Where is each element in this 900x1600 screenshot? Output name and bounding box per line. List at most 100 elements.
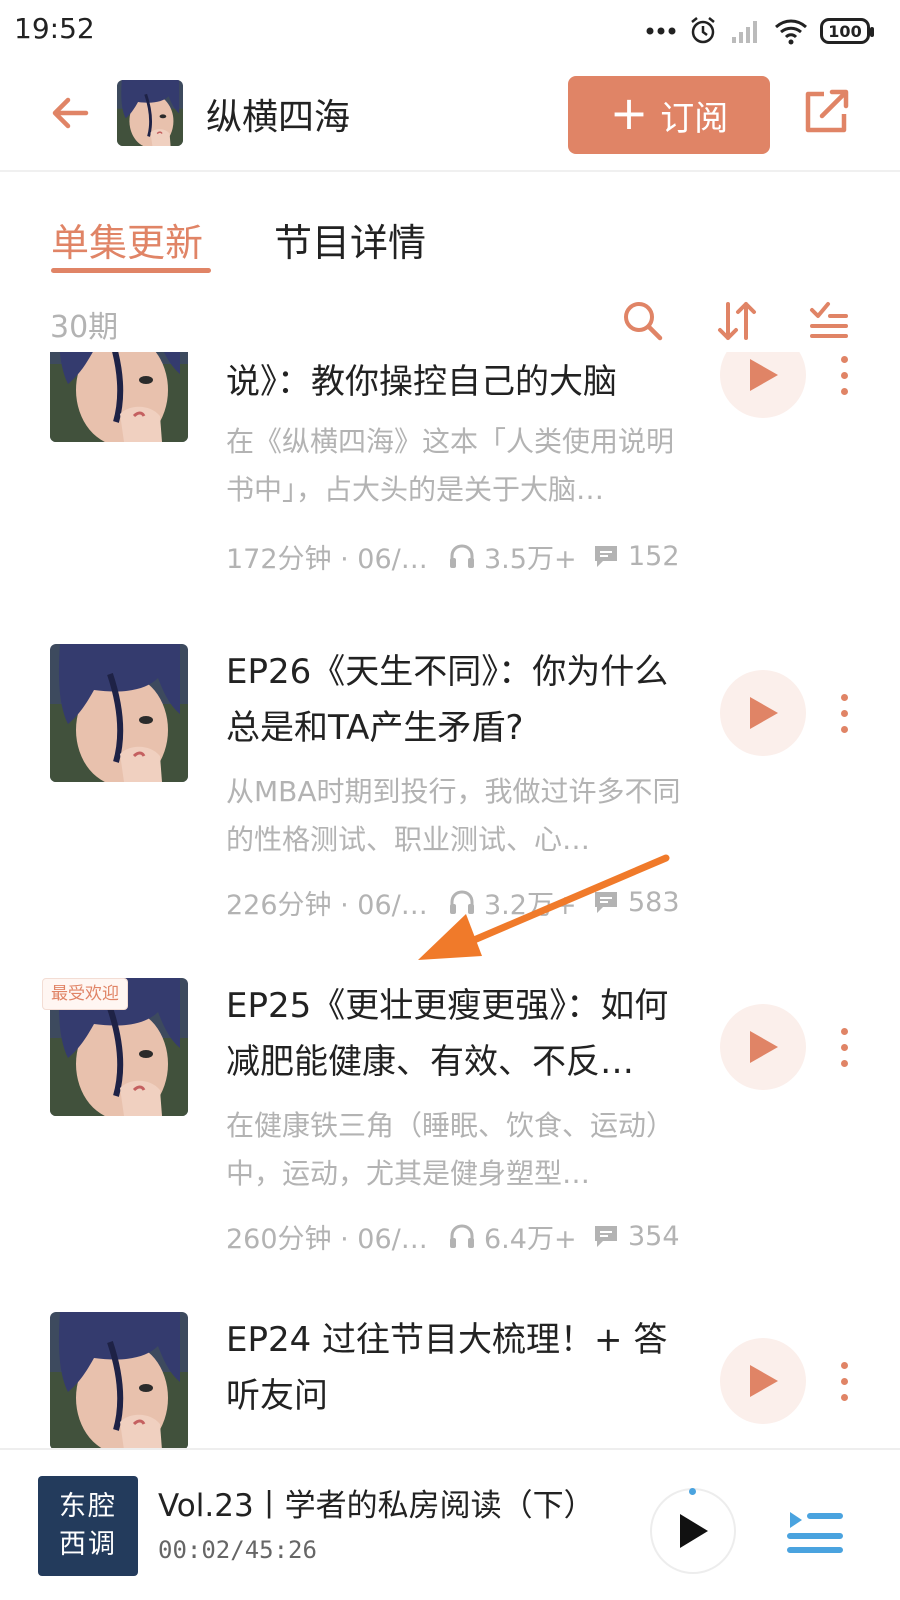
more-dots-icon — [646, 27, 676, 35]
dot — [840, 693, 848, 701]
comment-bubble-icon — [595, 546, 617, 567]
comments-count: 152 — [628, 540, 680, 572]
status-icons: 100 — [646, 14, 874, 48]
episode-duration-date: 172分钟 · 06/… — [226, 543, 428, 575]
subscribe-button[interactable]: + 订阅 — [568, 76, 770, 154]
podcast-avatar[interactable] — [117, 80, 183, 146]
alarm-icon — [691, 17, 715, 44]
cover-text-line: 东腔 — [59, 1491, 117, 1522]
episode-description: 从MBA时期到投行，我做过许多不同的性格测试、职业测试、心… — [226, 775, 681, 856]
dot — [840, 1361, 848, 1369]
dot — [840, 1027, 848, 1035]
headphones-icon — [450, 1224, 474, 1248]
headphones-icon — [450, 890, 474, 914]
comments-count: 354 — [628, 1220, 680, 1252]
tab-program-details[interactable]: 节目详情 — [274, 212, 426, 267]
mini-player[interactable]: 东腔 西调 Vol.23丨学者的私房阅读（下） 00:02/45:26 — [0, 1448, 900, 1600]
sort-icon — [718, 302, 756, 340]
search-icon — [624, 302, 663, 341]
episode-meta: 172分钟 · 06/… 3.5万+ 152 — [226, 536, 706, 576]
episode-cover — [50, 352, 188, 442]
signal-icon — [732, 21, 757, 43]
episode-title: 说》：教你操控自己的大脑 — [226, 362, 617, 402]
plays-count: 3.5万+ — [484, 543, 577, 575]
episode-play-button[interactable] — [720, 1004, 806, 1090]
dot — [840, 371, 848, 379]
podcast-title: 纵横四海 — [206, 97, 351, 138]
plays-count: 3.2万+ — [484, 889, 577, 921]
share-external-icon — [805, 89, 849, 133]
playlist-icon — [787, 1512, 843, 1553]
episode-comments: 583 — [592, 887, 680, 918]
status-time: 19:52 — [14, 12, 95, 45]
comments-count: 583 — [628, 886, 680, 918]
tab-episodes[interactable]: 单集更新 — [51, 212, 203, 267]
back-button[interactable] — [46, 88, 96, 138]
episode-item[interactable]: 最受欢迎 EP25《更壮更瘦更强》：如何减肥能健康、有效、不反… 在健康铁三角（… — [0, 978, 900, 1308]
arrow-left-icon — [52, 97, 89, 129]
episode-title: EP26《天生不同》：你为什么总是和TA产生矛盾? — [226, 652, 669, 748]
comment-bubble-icon — [595, 1226, 617, 1247]
episode-plays: 3.2万+ — [448, 883, 592, 922]
comment-bubble-icon — [595, 892, 617, 913]
episode-play-button[interactable] — [720, 1338, 806, 1424]
most-popular-badge: 最受欢迎 — [42, 978, 128, 1010]
episode-list: 说》：教你操控自己的大脑 在《纵横四海》这本「人类使用说明书中」，占大头的是关于… — [0, 352, 900, 1448]
plus-icon: + — [609, 86, 649, 140]
episode-more-button[interactable] — [832, 680, 856, 746]
cover-text-line: 西调 — [59, 1529, 117, 1560]
wifi-icon — [775, 19, 807, 45]
playback-progress-indicator — [689, 1488, 696, 1495]
dot — [840, 1059, 848, 1067]
tab-active-indicator — [51, 268, 211, 273]
dot — [840, 355, 848, 363]
play-triangle-icon — [750, 359, 778, 391]
filter-button[interactable] — [806, 298, 852, 344]
sort-button[interactable] — [714, 298, 760, 344]
episode-item[interactable]: EP24 过往节目大梳理！+ 答听友问 — [0, 1312, 900, 1448]
play-triangle-icon — [680, 1514, 708, 1548]
play-triangle-icon — [750, 1031, 778, 1063]
episode-description: 在《纵横四海》这本「人类使用说明书中」，占大头的是关于大脑… — [226, 425, 675, 506]
episode-meta: 226分钟 · 06/… 3.2万+ 583 — [226, 882, 706, 922]
episode-play-button[interactable] — [720, 352, 806, 418]
subscribe-label: 订阅 — [660, 98, 729, 139]
status-bar: 19:52 100 — [0, 0, 900, 62]
episode-comments: 152 — [592, 541, 680, 572]
dot — [840, 1377, 848, 1385]
share-button[interactable] — [800, 84, 854, 138]
episode-more-button[interactable] — [832, 1014, 856, 1080]
episode-play-button[interactable] — [720, 670, 806, 756]
now-playing-time: 00:02/45:26 — [158, 1536, 317, 1564]
headphones-icon — [450, 544, 474, 568]
search-button[interactable] — [620, 298, 666, 344]
play-triangle-icon — [750, 697, 778, 729]
episode-item[interactable]: 说》：教你操控自己的大脑 在《纵横四海》这本「人类使用说明书中」，占大头的是关于… — [0, 352, 900, 678]
tab-bar: 单集更新 节目详情 — [0, 172, 900, 282]
episode-cover — [50, 1312, 188, 1448]
playlist-button[interactable] — [786, 1504, 844, 1558]
episode-title: EP24 过往节目大梳理！+ 答听友问 — [226, 1320, 668, 1416]
battery-indicator: 100 — [820, 18, 874, 44]
filter-list-icon — [810, 302, 848, 338]
episode-comments: 354 — [592, 1221, 680, 1252]
mini-player-play-button[interactable] — [650, 1488, 736, 1574]
now-playing-title: Vol.23丨学者的私房阅读（下） — [158, 1488, 595, 1524]
episode-plays: 6.4万+ — [448, 1217, 592, 1256]
episode-more-button[interactable] — [832, 352, 856, 408]
episode-duration-date: 260分钟 · 06/… — [226, 1223, 428, 1255]
episode-description: 在健康铁三角（睡眠、饮食、运动）中，运动，尤其是健身塑型… — [226, 1109, 675, 1190]
dot — [840, 1393, 848, 1401]
episode-more-button[interactable] — [832, 1348, 856, 1414]
now-playing-cover[interactable]: 东腔 西调 — [38, 1476, 138, 1576]
top-app-bar: 纵横四海 + 订阅 — [0, 62, 900, 172]
dot — [840, 387, 848, 395]
episode-duration-date: 226分钟 · 06/… — [226, 889, 428, 921]
episode-meta: 260分钟 · 06/… 6.4万+ 354 — [226, 1216, 706, 1256]
dot — [840, 709, 848, 717]
play-triangle-icon — [750, 1365, 778, 1397]
episode-cover — [50, 644, 188, 782]
plays-count: 6.4万+ — [484, 1223, 577, 1255]
episode-title: EP25《更壮更瘦更强》：如何减肥能健康、有效、不反… — [226, 986, 669, 1082]
episode-item[interactable]: EP26《天生不同》：你为什么总是和TA产生矛盾? 从MBA时期到投行，我做过许… — [0, 644, 900, 974]
